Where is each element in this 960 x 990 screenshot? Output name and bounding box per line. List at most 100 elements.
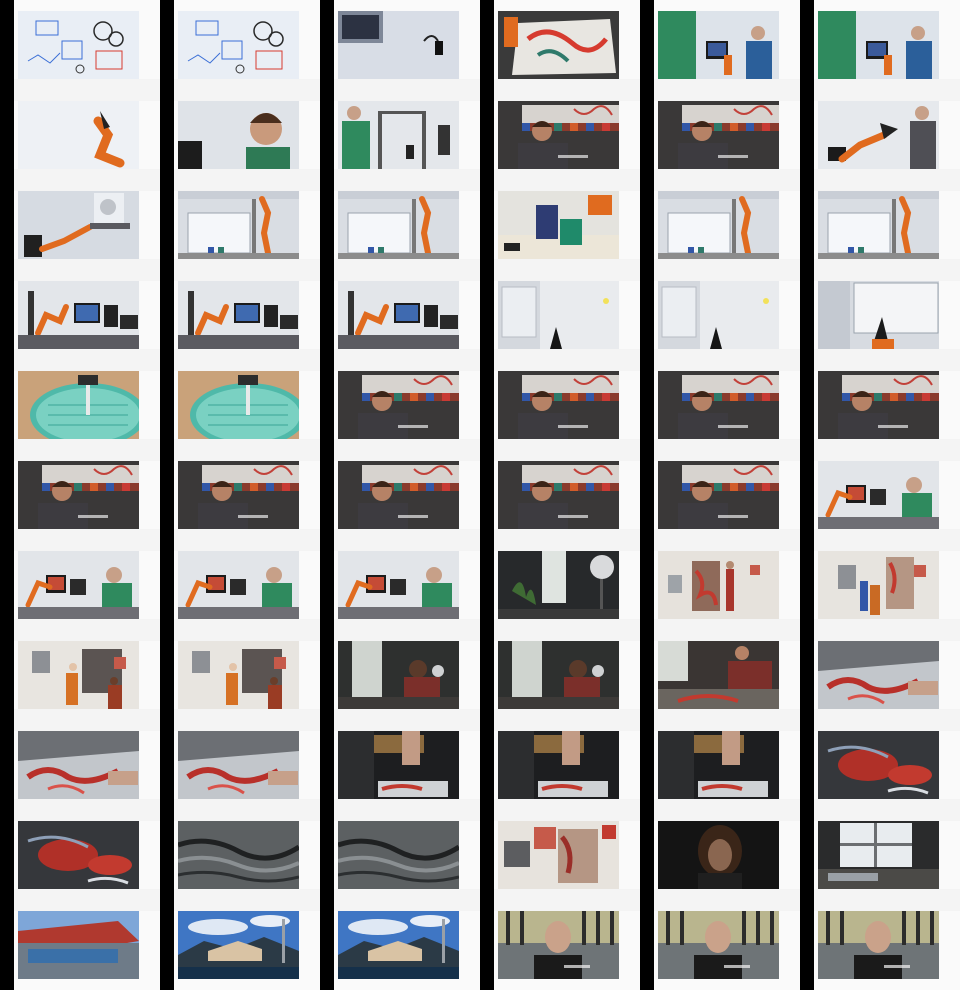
frame-image <box>178 731 299 799</box>
frame-image <box>178 911 299 979</box>
frame-thumbnail-lab-team <box>818 11 939 79</box>
frame-image <box>818 911 939 979</box>
frame-thumbnail-whiteboard-sketch <box>18 11 139 79</box>
frame-gap <box>14 79 160 101</box>
frame-gap <box>654 259 800 281</box>
frame-gap <box>174 889 320 911</box>
frame-thumbnail-red-paint-closeup <box>818 731 939 799</box>
frame-image <box>338 461 459 529</box>
frame-thumbnail-robot-whiteboard <box>658 191 779 259</box>
film-strip <box>334 0 480 990</box>
frame-gap <box>814 529 960 551</box>
frame-gap <box>814 799 960 821</box>
frame-gap <box>334 169 480 191</box>
frame-image <box>818 281 939 349</box>
frame-image <box>658 371 779 439</box>
frame-gap <box>814 709 960 731</box>
frame-image <box>338 911 459 979</box>
frame-image <box>498 11 619 79</box>
frame-thumbnail-painters-wall <box>178 641 299 709</box>
frame-thumbnail-gray-texture <box>338 821 459 889</box>
frame-image <box>18 641 139 709</box>
frame-image <box>338 821 459 889</box>
frame-thumbnail-paint-dish-closeup <box>178 371 299 439</box>
frame-thumbnail-white-room <box>658 281 779 349</box>
frame-gap <box>494 349 640 371</box>
frame-gap <box>654 169 800 191</box>
frame-gap <box>814 619 960 641</box>
frame-gap <box>814 169 960 191</box>
frame-thumbnail-interview-man <box>18 461 139 529</box>
frame-thumbnail-interview-man <box>658 101 779 169</box>
frame-thumbnail-lab-team <box>658 11 779 79</box>
frame-gap <box>334 349 480 371</box>
frame-gap <box>654 799 800 821</box>
frame-thumbnail-woman-studio <box>498 641 619 709</box>
frame-gap <box>814 439 960 461</box>
frame-gap <box>494 799 640 821</box>
frame-image <box>498 101 619 169</box>
frame-thumbnail-man-at-desk <box>338 551 459 619</box>
frame-thumbnail-whiteboard-sketch <box>178 11 299 79</box>
frame-thumbnail-woman-dark <box>658 821 779 889</box>
frame-image <box>498 641 619 709</box>
frame-thumbnail-robot-monitors <box>178 281 299 349</box>
frame-gap <box>14 259 160 281</box>
frame-gap <box>494 169 640 191</box>
film-strip <box>174 0 320 990</box>
frame-gap <box>494 709 640 731</box>
frame-thumbnail-robot-whiteboard <box>818 191 939 259</box>
frame-image <box>658 641 779 709</box>
frame-gap <box>174 439 320 461</box>
frame-image <box>338 641 459 709</box>
frame-gap <box>334 259 480 281</box>
frame-image <box>818 641 939 709</box>
frame-gap <box>494 619 640 641</box>
frame-gap <box>14 439 160 461</box>
frame-image <box>178 641 299 709</box>
frame-gap <box>174 799 320 821</box>
frame-gap <box>14 619 160 641</box>
frame-image <box>498 551 619 619</box>
frame-image <box>18 821 139 889</box>
frame-gap <box>174 169 320 191</box>
frame-image <box>178 821 299 889</box>
frame-thumbnail-interview-man <box>498 461 619 529</box>
frame-image <box>658 731 779 799</box>
frame-gap <box>654 709 800 731</box>
frame-image <box>178 101 299 169</box>
frame-image <box>498 821 619 889</box>
frame-gap <box>654 349 800 371</box>
frame-thumbnail-paint-jars <box>498 191 619 259</box>
frame-image <box>178 281 299 349</box>
frame-image <box>18 371 139 439</box>
film-strip <box>814 0 960 990</box>
frame-image <box>18 281 139 349</box>
frame-thumbnail-white-room <box>498 281 619 349</box>
frame-image <box>498 461 619 529</box>
frame-thumbnail-interview-man <box>338 371 459 439</box>
frame-gap <box>334 79 480 101</box>
film-strip <box>494 0 640 990</box>
frame-image <box>498 191 619 259</box>
frame-image <box>18 731 139 799</box>
frame-gap <box>814 349 960 371</box>
frame-gap <box>654 889 800 911</box>
frame-thumbnail-robot-monitors <box>338 281 459 349</box>
frame-image <box>658 551 779 619</box>
frame-gap <box>334 799 480 821</box>
frame-thumbnail-interview-man <box>658 461 779 529</box>
frame-image <box>18 101 139 169</box>
frame-image <box>178 371 299 439</box>
frame-thumbnail-robot-monitors <box>18 281 139 349</box>
frame-gap <box>14 349 160 371</box>
frame-gap <box>174 709 320 731</box>
frame-gap <box>494 889 640 911</box>
frame-thumbnail-robot-whiteboard <box>178 191 299 259</box>
frame-gap <box>174 619 320 641</box>
frame-gap <box>334 619 480 641</box>
frame-gap <box>494 439 640 461</box>
frame-thumbnail-interview-man <box>338 461 459 529</box>
frame-thumbnail-red-painting-table <box>178 731 299 799</box>
frame-image <box>178 191 299 259</box>
